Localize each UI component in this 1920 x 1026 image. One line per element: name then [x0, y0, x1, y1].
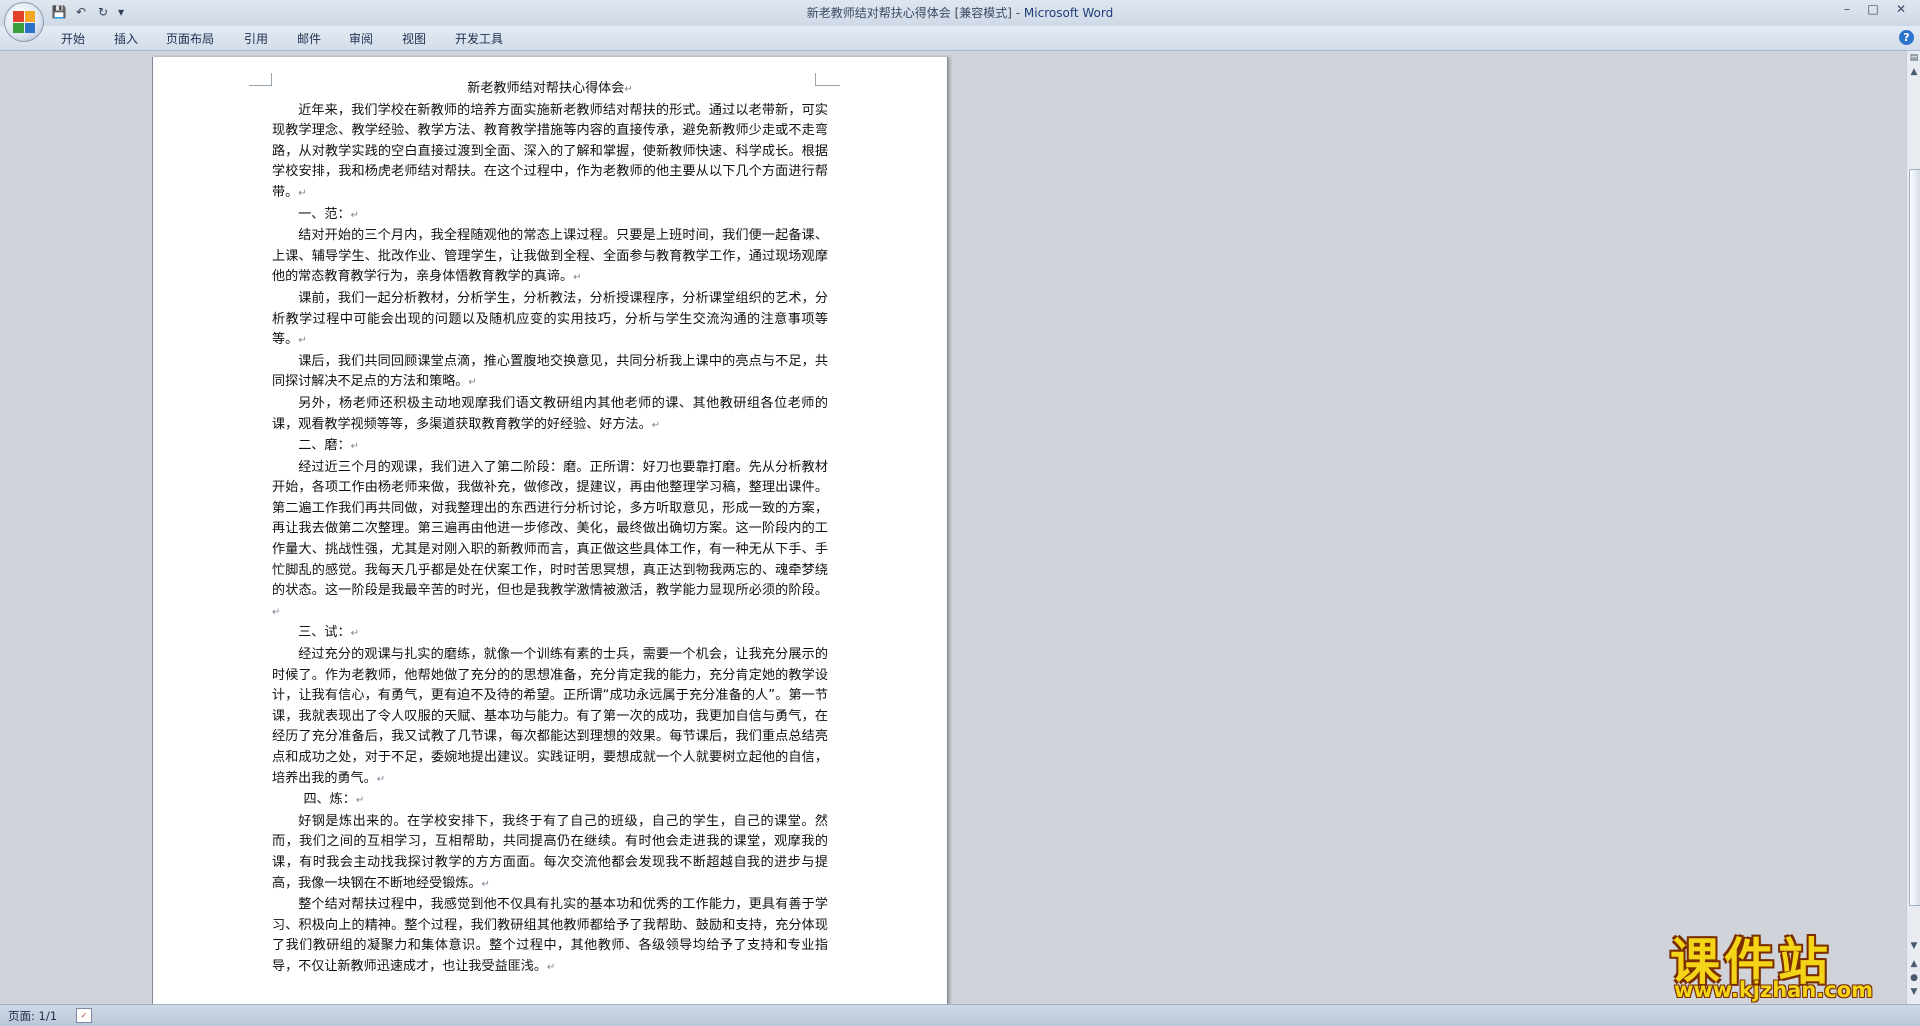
document-paragraph[interactable]: 课前，我们一起分析教材，分析学生，分析教法，分析授课程序，分析课堂组织的艺术，分… [272, 289, 828, 352]
office-logo-icon [13, 11, 35, 33]
watermark-url-text: www.kjzhan.com [1674, 978, 1874, 1002]
proofing-status-icon[interactable]: ✓ [76, 1008, 92, 1023]
paragraph-mark-icon: ↵ [546, 961, 556, 973]
help-icon[interactable]: ? [1899, 30, 1914, 45]
office-button[interactable] [4, 2, 44, 42]
document-paragraph[interactable]: 好钢是炼出来的。在学校安排下，我终于有了自己的班级，自己的学生，自己的课堂。然而… [272, 812, 828, 895]
title-bar: 💾 ↶ ↻ ▾ 新老教师结对帮扶心得体会 [兼容模式] - Microsoft … [0, 0, 1920, 42]
document-paragraph[interactable]: 经过充分的观课与扎实的磨练，就像一个训练有素的士兵，需要一个机会，让我充分展示的… [272, 645, 828, 790]
document-paragraph[interactable]: 二、磨：↵ [272, 436, 828, 458]
window-title: 新老教师结对帮扶心得体会 [兼容模式] - Microsoft Word [0, 4, 1920, 21]
document-paragraph[interactable]: 近年来，我们学校在新教师的培养方面实施新老教师结对帮扶的形式。通过以老带新，可实… [272, 101, 828, 205]
paragraph-mark-icon: ↵ [481, 878, 490, 890]
paragraph-mark-icon: ↵ [355, 795, 365, 807]
tab-developer[interactable]: 开发工具 [455, 30, 503, 47]
document-paragraph[interactable]: 经过近三个月的观课，我们进入了第二阶段：磨。正所谓：好刀也要靠打磨。先从分析教材… [272, 458, 828, 624]
paragraph-text: 经过近三个月的观课，我们进入了第二阶段：磨。正所谓：好刀也要靠打磨。先从分析教材… [272, 459, 828, 599]
document-paragraph[interactable]: 结对开始的三个月内，我全程随观他的常态上课过程。只要是上班时间，我们便一起备课、… [272, 226, 828, 289]
close-button[interactable]: ✕ [1890, 0, 1912, 18]
page-count-status[interactable]: 页面: 1/1 [8, 1008, 57, 1024]
ribbon-tabs: 开始 插入 页面布局 引用 邮件 审阅 视图 开发工具 ? [0, 26, 1920, 51]
paragraph-text: 一、范： [298, 206, 351, 222]
paragraph-text: 新老教师结对帮扶心得体会 [467, 81, 625, 96]
scroll-thumb[interactable] [1909, 169, 1920, 906]
document-paragraph[interactable]: 三、试：↵ [272, 623, 828, 645]
document-title: 新老教师结对帮扶心得体会 [兼容模式] - [806, 6, 1024, 20]
app-name: Microsoft Word [1023, 6, 1114, 20]
paragraph-text: 四、炼： [303, 792, 356, 808]
ruler-toggle-icon[interactable]: ▤ [1908, 53, 1920, 63]
paragraph-mark-icon: ↵ [651, 419, 661, 431]
tab-page-layout[interactable]: 页面布局 [166, 30, 214, 47]
scroll-up-arrow-icon[interactable]: ▲ [1908, 67, 1920, 77]
paragraph-mark-icon: ↵ [350, 209, 359, 221]
paragraph-mark-icon: ↵ [350, 628, 359, 640]
tab-review[interactable]: 审阅 [349, 30, 373, 47]
tab-insert[interactable]: 插入 [114, 30, 138, 47]
next-page-icon[interactable]: ▼ [1908, 987, 1920, 997]
margin-corner-mark [249, 73, 272, 86]
paragraph-mark-icon: ↵ [298, 187, 307, 199]
paragraph-mark-icon: ↵ [350, 441, 359, 453]
minimize-button[interactable]: – [1836, 0, 1858, 18]
previous-page-icon[interactable]: ▲ [1908, 959, 1920, 969]
paragraph-mark-icon: ↵ [272, 606, 281, 618]
paragraph-text: 三、试： [298, 625, 351, 641]
paragraph-text: 课后，我们共同回顾课堂点滴，推心置腹地交换意见，共同分析我上课中的亮点与不足，共… [272, 353, 828, 390]
maximize-button[interactable]: □ [1862, 0, 1884, 18]
paragraph-mark-icon: ↵ [624, 84, 633, 95]
paragraph-text: 另外，杨老师还积极主动地观摩我们语文教研组内其他老师的课、其他教研组各位老师的课… [272, 395, 828, 432]
select-browse-object-icon[interactable]: ● [1908, 973, 1920, 983]
document-paragraph[interactable]: 另外，杨老师还积极主动地观摩我们语文教研组内其他老师的课、其他教研组各位老师的课… [272, 394, 828, 436]
paragraph-text: 近年来，我们学校在新教师的培养方面实施新老教师结对帮扶的形式。通过以老带新，可实… [272, 102, 828, 200]
status-bar: 页面: 1/1 ✓ [0, 1004, 1920, 1026]
document-paragraph[interactable]: 整个结对帮扶过程中，我感觉到他不仅具有扎实的基本功和优秀的工作能力，更具有善于学… [272, 895, 828, 978]
paragraph-text: 好钢是炼出来的。在学校安排下，我终于有了自己的班级，自己的学生，自己的课堂。然而… [272, 813, 828, 891]
site-watermark-logo: 课件站 www.kjzhan.com [1670, 922, 1900, 1002]
document-area: 新老教师结对帮扶心得体会↵ 近年来，我们学校在新教师的培养方面实施新老教师结对帮扶… [0, 51, 1906, 1004]
paragraph-text: 结对开始的三个月内，我全程随观他的常态上课过程。只要是上班时间，我们便一起备课、… [272, 228, 828, 285]
document-paragraph[interactable]: 四、炼：↵ [272, 790, 828, 812]
scroll-down-arrow-icon[interactable]: ▼ [1908, 941, 1920, 951]
paragraph-text: 二、磨： [298, 438, 351, 454]
paragraph-mark-icon: ↵ [573, 272, 582, 284]
paragraph-text: 经过充分的观课与扎实的磨练，就像一个训练有素的士兵，需要一个机会，让我充分展示的… [272, 647, 828, 786]
document-body[interactable]: 新老教师结对帮扶心得体会↵ 近年来，我们学校在新教师的培养方面实施新老教师结对帮扶… [272, 79, 828, 979]
document-paragraph[interactable]: 一、范：↵ [272, 205, 828, 227]
document-paragraph[interactable]: 课后，我们共同回顾课堂点滴，推心置腹地交换意见，共同分析我上课中的亮点与不足，共… [272, 352, 828, 394]
vertical-scrollbar[interactable]: ▤ ▲ ▼ ▲ ● ▼ [1906, 51, 1920, 1004]
tab-references[interactable]: 引用 [244, 30, 268, 47]
tab-home[interactable]: 开始 [61, 30, 85, 47]
tab-view[interactable]: 视图 [402, 30, 426, 47]
document-page[interactable]: 新老教师结对帮扶心得体会↵ 近年来，我们学校在新教师的培养方面实施新老教师结对帮扶… [152, 57, 948, 1004]
paragraph-text: 课前，我们一起分析教材，分析学生，分析教法，分析授课程序，分析课堂组织的艺术，分… [272, 290, 828, 348]
paragraph-mark-icon: ↵ [298, 335, 307, 347]
tab-mailings[interactable]: 邮件 [297, 30, 321, 47]
paragraph-mark-icon: ↵ [468, 377, 477, 389]
document-title[interactable]: 新老教师结对帮扶心得体会↵ [272, 79, 828, 101]
paragraph-mark-icon: ↵ [376, 773, 386, 785]
